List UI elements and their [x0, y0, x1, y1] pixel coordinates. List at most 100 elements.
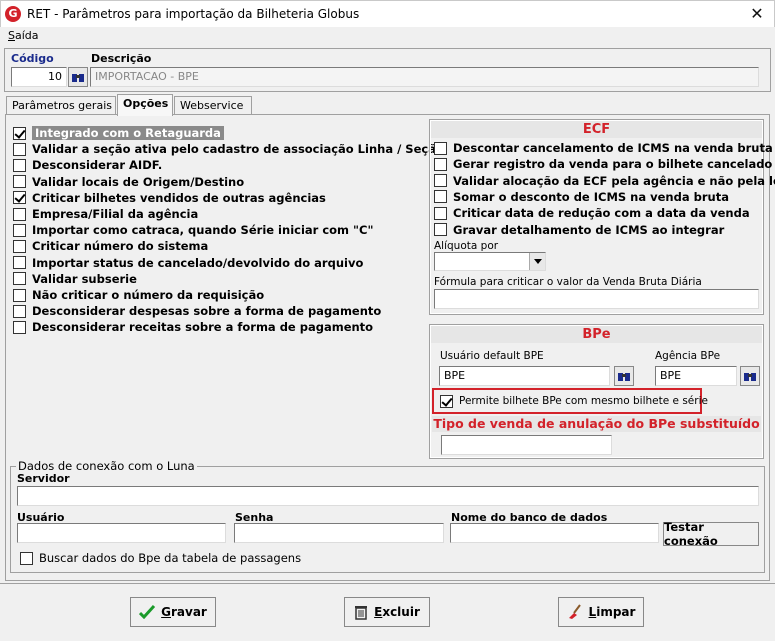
option-checkbox[interactable]: Descontar cancelamento de ICMS na venda …	[434, 140, 773, 156]
option-label: Importar como catraca, quando Série inic…	[32, 223, 374, 238]
testar-conexao-button[interactable]: Testar conexão	[663, 520, 759, 548]
binoculars-icon	[618, 373, 630, 381]
option-checkbox[interactable]: Importar como catraca, quando Série inic…	[13, 222, 373, 238]
permite-bilhete-checkbox[interactable]: Permite bilhete BPe com mesmo bilhete e …	[440, 393, 708, 409]
checkbox-box[interactable]	[13, 223, 26, 237]
option-checkbox[interactable]: Criticar bilhetes vendidos de outras agê…	[13, 190, 326, 206]
agencia-search-button[interactable]	[740, 366, 760, 386]
option-checkbox[interactable]: Validar alocação da ECF pela agência e n…	[434, 173, 775, 189]
checkbox-box[interactable]	[13, 272, 26, 286]
luna-usuario-input[interactable]	[17, 523, 226, 543]
usuario-default-label: Usuário default BPE	[440, 350, 544, 362]
option-checkbox[interactable]: Validar a seção ativa pelo cadastro de a…	[13, 141, 444, 157]
servidor-input[interactable]	[17, 486, 759, 506]
luna-group-label: Dados de conexão com o Luna	[16, 459, 197, 473]
option-label: Descontar cancelamento de ICMS na venda …	[453, 141, 773, 155]
option-checkbox[interactable]: Gerar registro da venda para o bilhete c…	[434, 156, 772, 172]
banco-input[interactable]	[450, 523, 659, 543]
option-checkbox[interactable]: Validar subserie	[13, 271, 137, 287]
title-bar: G RET - Parâmetros para importação da Bi…	[0, 0, 775, 27]
buscar-dados-checkbox[interactable]: Buscar dados do Bpe da tabela de passage…	[20, 550, 301, 566]
option-checkbox[interactable]: Não criticar o número da requisição	[13, 287, 264, 303]
ecf-title: ECF	[431, 121, 762, 138]
option-checkbox[interactable]: Desconsiderar receitas sobre a forma de …	[13, 319, 373, 335]
codigo-input[interactable]: 10	[11, 67, 67, 87]
option-label: Validar a seção ativa pelo cadastro de a…	[32, 142, 444, 157]
option-label: Criticar bilhetes vendidos de outras agê…	[32, 190, 326, 205]
gravar-button[interactable]: Gravar	[130, 597, 216, 627]
servidor-label: Servidor	[17, 472, 70, 485]
option-label: Criticar data de redução com a data da v…	[453, 206, 750, 221]
option-label: Empresa/Filial da agência	[32, 207, 199, 221]
close-window-button[interactable]: ✕	[741, 3, 773, 25]
checkbox-box[interactable]	[13, 158, 26, 172]
trash-icon	[355, 606, 368, 620]
checkbox-box[interactable]	[13, 304, 26, 318]
checkbox-box[interactable]	[434, 223, 447, 236]
menu-item-saida[interactable]: Saída	[8, 29, 39, 42]
checkbox-box[interactable]	[13, 191, 26, 205]
footer-divider	[0, 583, 775, 584]
bpe-title: BPe	[431, 326, 762, 343]
checkbox-box[interactable]	[13, 256, 26, 270]
checkbox-box[interactable]	[434, 174, 447, 188]
checkbox-box[interactable]	[13, 320, 26, 334]
agencia-bpe-input[interactable]: BPE	[655, 366, 737, 386]
aliquota-select[interactable]	[434, 252, 546, 271]
checkbox-box[interactable]	[13, 207, 26, 221]
checkbox-box[interactable]	[13, 175, 26, 189]
option-checkbox[interactable]: Gravar detalhamento de ICMS ao integrar	[434, 222, 724, 238]
checkbox-box[interactable]	[434, 157, 447, 171]
usuario-search-button[interactable]	[614, 366, 634, 386]
senha-input[interactable]	[234, 523, 444, 543]
option-checkbox[interactable]: Integrado com o Retaguarda	[13, 125, 224, 141]
tab-webservice[interactable]: Webservice	[174, 96, 252, 115]
tipo-venda-input[interactable]	[441, 435, 612, 455]
binoculars-icon	[744, 373, 756, 381]
codigo-label: Código	[11, 52, 54, 65]
aliquota-label: Alíquota por	[434, 240, 499, 252]
option-checkbox[interactable]: Validar locais de Origem/Destino	[13, 174, 244, 190]
option-label: Desconsiderar despesas sobre a forma de …	[32, 304, 382, 319]
binoculars-icon	[72, 74, 84, 82]
excluir-button[interactable]: Excluir	[344, 597, 430, 627]
option-label: Gerar registro da venda para o bilhete c…	[453, 157, 773, 172]
option-checkbox[interactable]: Importar status de cancelado/devolvido d…	[13, 255, 363, 271]
option-label: Somar o desconto de ICMS na venda bruta	[453, 189, 729, 204]
tab-parametros-gerais[interactable]: Parâmetros gerais	[6, 96, 116, 115]
option-checkbox[interactable]: Somar o desconto de ICMS na venda bruta	[434, 189, 729, 205]
limpar-button[interactable]: Limpar	[558, 597, 644, 627]
codigo-search-button[interactable]	[68, 67, 88, 87]
option-checkbox[interactable]: Empresa/Filial da agência	[13, 206, 198, 222]
checkbox-box[interactable]	[434, 206, 447, 220]
option-label: Importar status de cancelado/devolvido d…	[32, 255, 364, 270]
usuario-default-input[interactable]: BPE	[439, 366, 610, 386]
chevron-down-icon[interactable]	[529, 253, 545, 270]
checkbox-box[interactable]	[13, 239, 26, 253]
option-checkbox[interactable]: Criticar número do sistema	[13, 238, 208, 254]
option-label: Não criticar o número da requisição	[32, 288, 265, 302]
checkbox-box[interactable]	[13, 126, 26, 140]
formula-input[interactable]	[434, 289, 759, 309]
option-checkbox[interactable]: Desconsiderar despesas sobre a forma de …	[13, 303, 381, 319]
checkmark-icon	[139, 605, 156, 619]
tab-opcoes[interactable]: Opções	[117, 94, 173, 116]
option-label: Criticar número do sistema	[32, 239, 209, 254]
checkbox-box[interactable]	[20, 551, 33, 565]
option-label: Desconsiderar receitas sobre a forma de …	[32, 320, 374, 335]
option-label: Validar subserie	[32, 271, 137, 286]
checkbox-box[interactable]	[434, 190, 447, 204]
option-label: Gravar detalhamento de ICMS ao integrar	[453, 222, 725, 237]
agencia-bpe-label: Agência BPe	[655, 350, 721, 362]
descricao-label: Descrição	[91, 52, 152, 65]
checkbox-box[interactable]	[434, 141, 447, 155]
option-checkbox[interactable]: Desconsiderar AIDF.	[13, 157, 162, 173]
checkbox-box[interactable]	[13, 142, 26, 156]
option-checkbox[interactable]: Criticar data de redução com a data da v…	[434, 205, 750, 221]
checkbox-box[interactable]	[440, 394, 453, 408]
checkbox-box[interactable]	[13, 288, 26, 302]
app-logo-icon: G	[5, 6, 21, 22]
option-label: Validar locais de Origem/Destino	[32, 174, 245, 189]
option-label: Desconsiderar AIDF.	[32, 158, 163, 173]
menu-bar: Saída	[0, 27, 775, 46]
